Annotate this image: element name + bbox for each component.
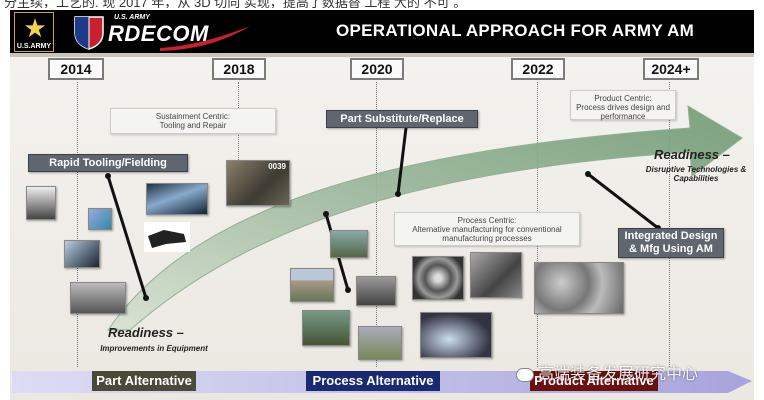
year-2014: 2014 (48, 58, 104, 80)
note-process-centric: Process Centric: Alternative manufacturi… (394, 212, 580, 246)
photo-machine (356, 276, 396, 306)
phase-process-alternative: Process Alternative (306, 371, 440, 391)
photo-turbine (412, 256, 464, 300)
wechat-icon (516, 367, 534, 382)
photo-workshop-2018: 0039 (226, 160, 290, 206)
photo-black-part (144, 222, 190, 252)
photo-shelter (290, 268, 334, 302)
photo-impellers (534, 262, 624, 314)
photo-howitzer (358, 326, 402, 360)
photo-2018-number: 0039 (268, 162, 286, 171)
photo-blade (146, 183, 208, 215)
photo-uav (70, 282, 126, 314)
watermark-text: 高端装备发展研究中心 (538, 366, 699, 383)
phase-part-alternative: Part Alternative (92, 371, 196, 391)
label-part-substitute: Part Substitute/Replace (326, 110, 478, 128)
readiness-left-subtitle: Improvements in Equipment (100, 344, 208, 353)
readiness-right-title: Readiness – (654, 147, 730, 162)
photo-tooling-block (26, 186, 56, 220)
note-product-centric: Product Centric: Process drives design a… (570, 90, 676, 121)
watermark: 高端装备发展研究中心 (516, 360, 698, 384)
label-integrated-design: Integrated Design & Mfg Using AM (618, 228, 724, 258)
note-sustainment-centric: Sustainment Centric: Tooling and Repair (110, 108, 276, 134)
year-2018: 2018 (212, 58, 266, 80)
label-rapid-tooling: Rapid Tooling/Fielding (28, 154, 188, 172)
readiness-right-subtitle: Disruptive Technologies & Capabilities (645, 165, 747, 183)
photo-soldiers-lab (302, 310, 350, 346)
year-2022: 2022 (511, 58, 565, 80)
photo-rotor-parts (470, 252, 522, 298)
slide-frame: 分主续，工艺的. 现 2017 年，从 3D 切向 实现，提高了数据替 工程 大… (0, 0, 764, 400)
black-part-icon (148, 230, 186, 248)
year-2020: 2020 (350, 58, 404, 80)
photo-fixture (64, 240, 100, 268)
year-2024-plus: 2024+ (643, 58, 699, 80)
photo-blue-part (88, 208, 112, 230)
readiness-left-title: Readiness – (108, 325, 184, 340)
photo-soldiers-group (330, 230, 368, 258)
photo-nozzle (420, 312, 492, 358)
